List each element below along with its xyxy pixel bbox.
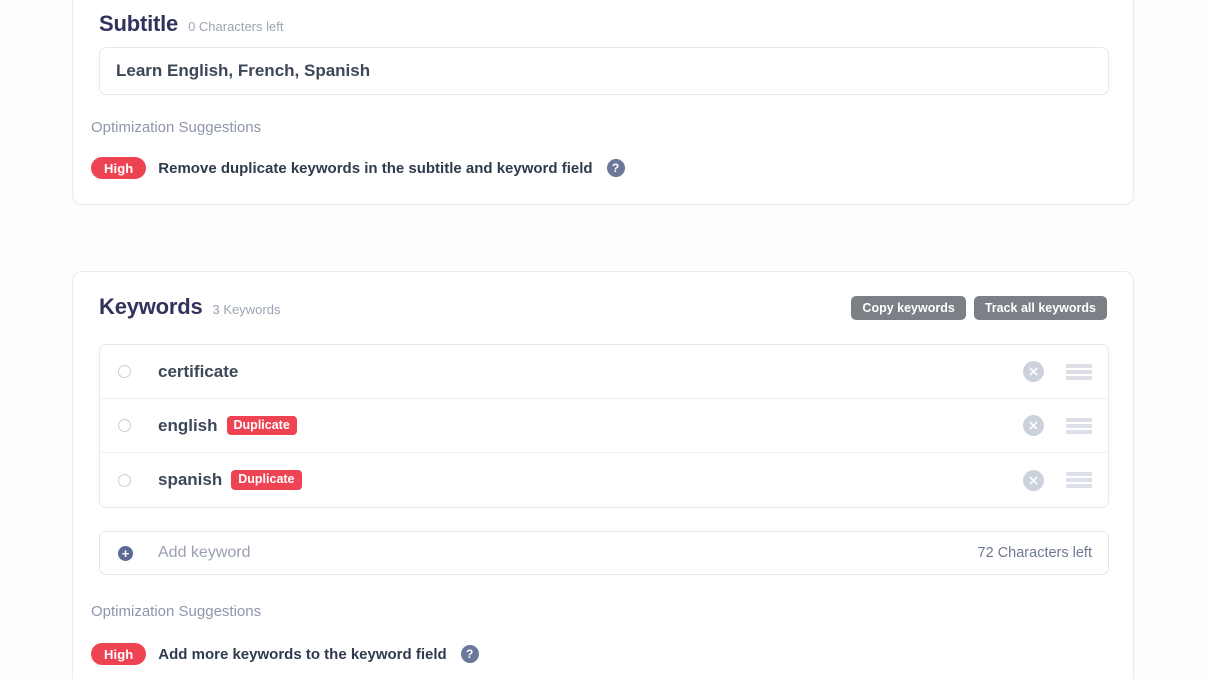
- help-circle-icon[interactable]: ?: [606, 159, 625, 177]
- keywords-card: Keywords 3 Keywords Copy keywords Track …: [72, 271, 1134, 679]
- drag-handle-icon[interactable]: [1066, 472, 1092, 488]
- table-row[interactable]: certificate: [100, 345, 1108, 399]
- keyword-label: english: [158, 415, 218, 435]
- close-circle-icon[interactable]: [1023, 361, 1044, 382]
- keyword-label: spanish: [158, 470, 223, 489]
- close-circle-icon[interactable]: [1023, 469, 1044, 491]
- plus-circle-icon[interactable]: +: [118, 545, 133, 561]
- track-all-keywords-button[interactable]: Track all keywords: [973, 296, 1107, 320]
- keyword-radio[interactable]: [118, 365, 131, 378]
- subtitle-priority-badge: High: [91, 157, 147, 179]
- subtitle-suggestion-text: Remove duplicate keywords in the subtitl…: [158, 159, 593, 177]
- keywords-header-actions: Copy keywords Track all keywords: [851, 296, 1107, 320]
- subtitle-optimization-label: Optimization Suggestions: [91, 119, 262, 136]
- drag-handle-icon[interactable]: [1066, 363, 1092, 380]
- drag-handle-icon[interactable]: [1066, 417, 1092, 434]
- table-row[interactable]: english Duplicate: [100, 399, 1108, 453]
- subtitle-title: Subtitle: [99, 11, 179, 36]
- add-keyword-input[interactable]: + Add keyword 72 Characters left: [99, 531, 1109, 575]
- subtitle-card: Subtitle 0 Characters left Learn English…: [72, 0, 1134, 205]
- keywords-title: Keywords: [99, 294, 203, 319]
- keywords-header: Keywords 3 Keywords: [99, 294, 280, 320]
- duplicate-badge: Duplicate: [226, 415, 297, 436]
- keywords-count: 3 Keywords: [212, 302, 281, 317]
- add-keyword-characters-left: 72 Characters left: [977, 545, 1092, 561]
- subtitle-characters-left: 0 Characters left: [188, 19, 284, 34]
- close-circle-icon[interactable]: [1023, 415, 1044, 436]
- subtitle-suggestion-row: High Remove duplicate keywords in the su…: [91, 157, 625, 179]
- keywords-priority-badge: High: [91, 643, 147, 665]
- add-keyword-placeholder: Add keyword: [158, 544, 251, 561]
- page-root: Subtitle 0 Characters left Learn English…: [0, 0, 1206, 679]
- keyword-list: certificate english Duplicate spanish Du…: [99, 344, 1109, 508]
- keywords-suggestion-row: High Add more keywords to the keyword fi…: [91, 643, 479, 665]
- keywords-optimization-label: Optimization Suggestions: [91, 603, 262, 620]
- help-circle-icon[interactable]: ?: [460, 645, 479, 663]
- subtitle-header: Subtitle 0 Characters left: [99, 11, 283, 37]
- subtitle-input-value: Learn English, French, Spanish: [116, 61, 371, 80]
- subtitle-input[interactable]: Learn English, French, Spanish: [99, 47, 1109, 95]
- keyword-label: certificate: [158, 361, 239, 381]
- keywords-suggestion-text: Add more keywords to the keyword field: [158, 645, 447, 663]
- keyword-radio[interactable]: [118, 419, 131, 432]
- copy-keywords-button[interactable]: Copy keywords: [851, 296, 966, 320]
- duplicate-badge: Duplicate: [231, 470, 302, 490]
- keyword-radio[interactable]: [118, 473, 131, 487]
- table-row[interactable]: spanish Duplicate: [100, 453, 1108, 507]
